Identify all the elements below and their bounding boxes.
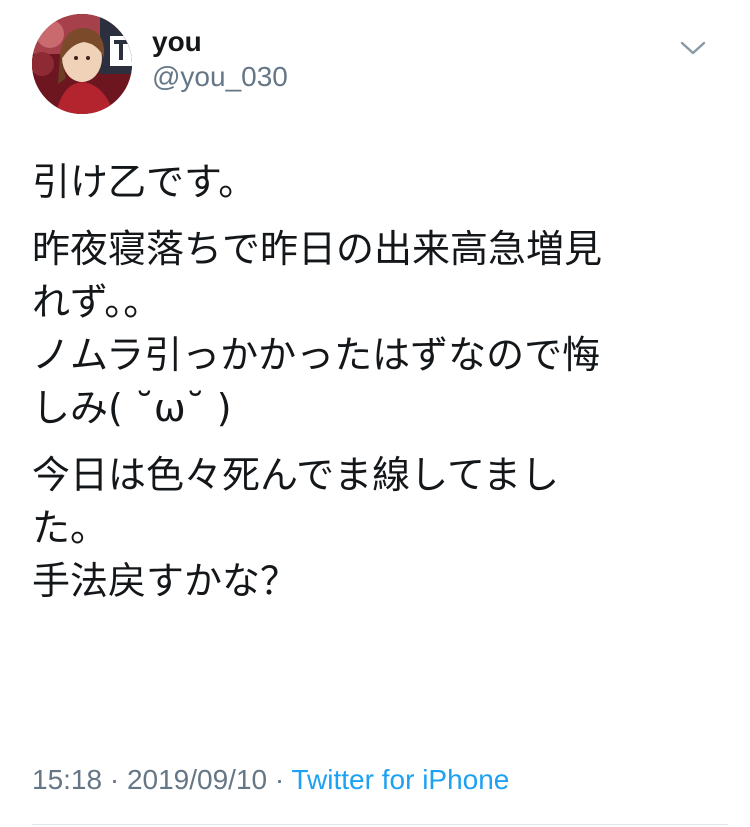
tweet-paragraph: 今日は色々死んでま線してまし た。 手法戻すかな？ [32, 449, 712, 608]
tweet-detail: you @you_030 引け乙です。 昨夜寝落ちで昨日の出来高急増見 れず。。… [0, 0, 750, 827]
tweet-text: 引け乙です。 昨夜寝落ちで昨日の出来高急増見 れず。。 ノムラ引っかかったはずな… [32, 156, 712, 622]
user-handle[interactable]: @you_030 [152, 60, 288, 94]
user-names: you @you_030 [152, 26, 288, 94]
tweet-line: 手法戻すかな？ [32, 559, 299, 603]
tweet-meta: 15:18 · 2019/09/10 · Twitter for iPhone [32, 762, 509, 798]
tweet-line: 昨夜寝落ちで昨日の出来高急増見 [32, 227, 603, 271]
tweet-line: 引け乙です。 [32, 160, 257, 204]
tweet-line: た。 [32, 506, 109, 550]
avatar[interactable] [32, 14, 132, 114]
divider [32, 824, 728, 825]
avatar-image [32, 14, 132, 114]
tweet-line: れず。。 [32, 280, 162, 324]
tweet-paragraph: 昨夜寝落ちで昨日の出来高急増見 れず。。 ノムラ引っかかったはずなので悔 しみ(… [32, 223, 712, 435]
tweet-header: you @you_030 [32, 14, 722, 114]
meta-separator: · [102, 764, 127, 795]
tweet-line: しみ( ˘ω˘ ) [32, 386, 232, 430]
tweet-paragraph: 引け乙です。 [32, 156, 712, 209]
chevron-down-icon[interactable] [676, 36, 710, 60]
tweet-line: ノムラ引っかかったはずなので悔 [32, 333, 601, 377]
tweet-source-link[interactable]: Twitter for iPhone [292, 764, 510, 795]
tweet-date[interactable]: 2019/09/10 [127, 764, 267, 795]
tweet-time[interactable]: 15:18 [32, 764, 102, 795]
tweet-line: 今日は色々死んでま線してまし [32, 453, 560, 497]
display-name[interactable]: you [152, 26, 288, 58]
meta-separator: · [267, 764, 292, 795]
